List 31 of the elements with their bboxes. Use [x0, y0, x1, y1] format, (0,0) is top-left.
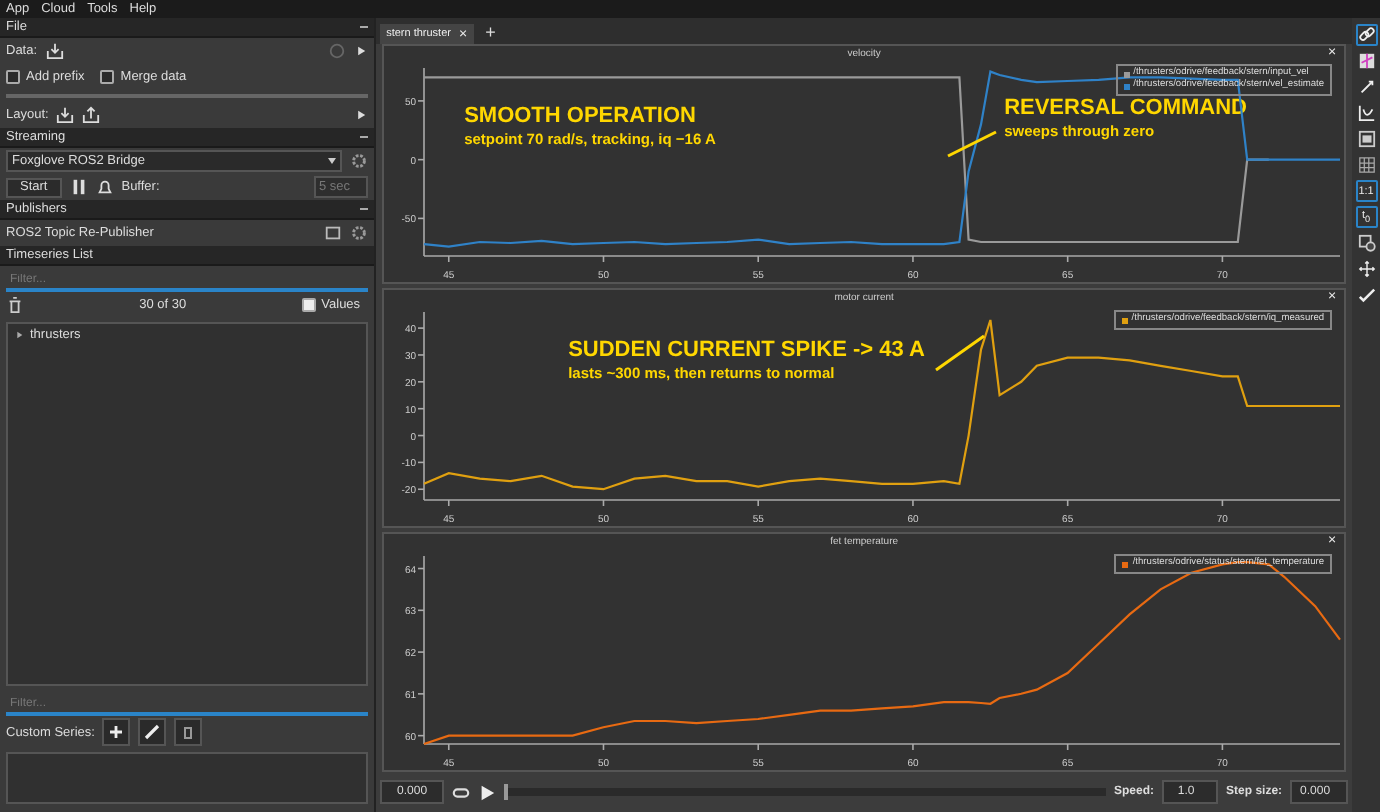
annotation-title: SUDDEN CURRENT SPIKE -> 43 A	[568, 338, 925, 364]
link-icon[interactable]	[1355, 24, 1378, 46]
slider-handle[interactable]	[504, 784, 509, 800]
play-icon[interactable]	[478, 783, 497, 801]
load-icon[interactable]	[45, 42, 64, 60]
settings-icon[interactable]	[350, 152, 369, 170]
add-icon[interactable]	[102, 718, 131, 746]
grid-icon[interactable]	[1355, 154, 1378, 176]
expand-arrow-icon[interactable]	[14, 330, 24, 340]
expand-arrow-icon[interactable]	[354, 106, 369, 124]
loop-icon[interactable]	[452, 783, 471, 801]
trash-icon[interactable]	[174, 718, 203, 746]
settings-icon[interactable]	[350, 224, 369, 242]
leader-line	[935, 334, 985, 372]
leader-line	[947, 130, 997, 158]
chart-icon[interactable]	[1355, 50, 1378, 72]
axis-icon[interactable]	[1355, 102, 1378, 124]
window-icon[interactable]	[324, 224, 343, 242]
zoom-arrows-icon[interactable]	[1355, 76, 1378, 98]
pencil-icon[interactable]	[138, 718, 167, 746]
add-tab-button[interactable]: +	[485, 21, 496, 41]
bell-icon[interactable]	[95, 178, 114, 196]
load-icon[interactable]	[56, 106, 75, 124]
move-icon[interactable]	[1355, 258, 1378, 280]
panel-icon[interactable]	[1355, 128, 1378, 150]
save-icon[interactable]	[82, 106, 101, 124]
calendar-clock-icon[interactable]	[1355, 232, 1378, 254]
check-icon[interactable]	[1355, 284, 1378, 306]
expand-arrow-icon[interactable]	[354, 42, 369, 60]
annotation-title: SMOOTH OPERATION	[464, 104, 698, 130]
pause-icon[interactable]	[69, 178, 88, 196]
